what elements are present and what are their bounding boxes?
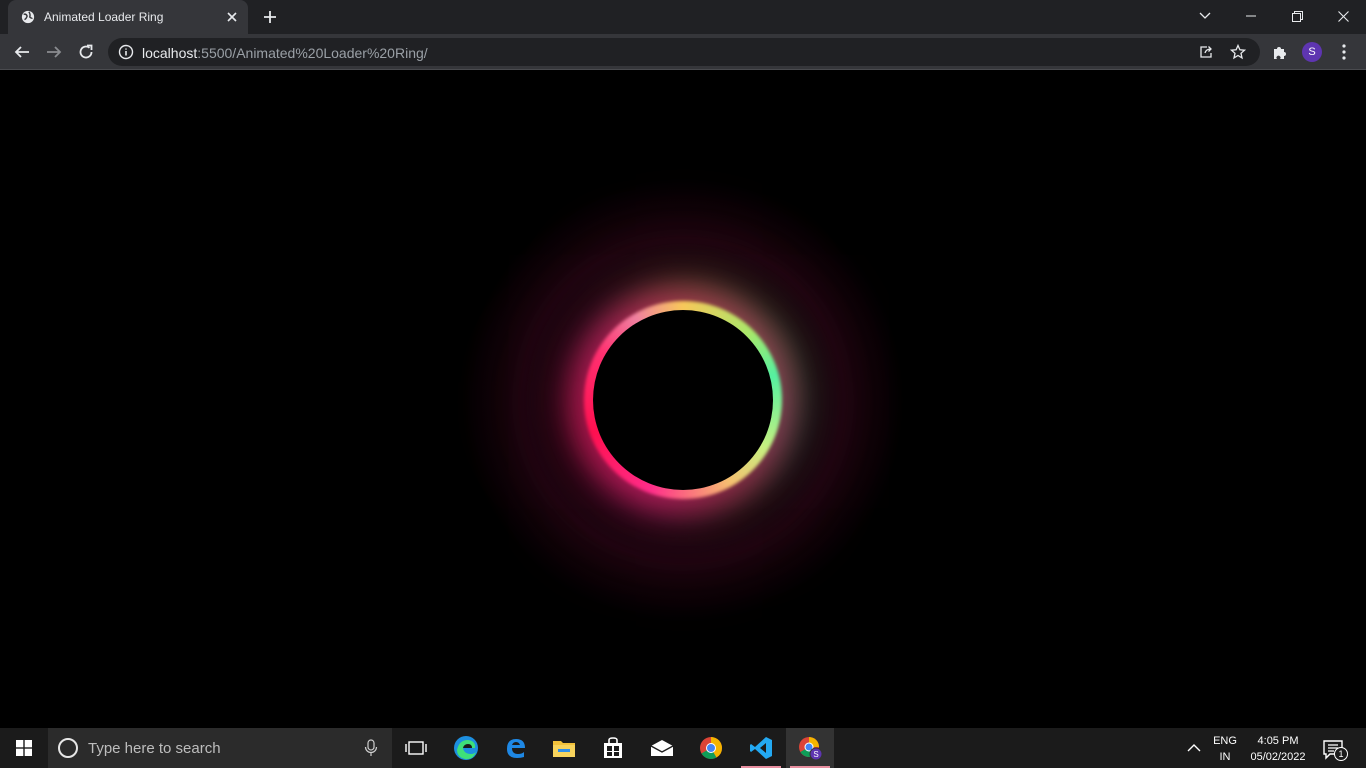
tab-title: Animated Loader Ring	[44, 10, 164, 24]
reload-button[interactable]	[72, 38, 100, 66]
task-view-icon	[405, 741, 427, 755]
edge-icon	[454, 736, 478, 760]
language-indicator[interactable]: ENG IN	[1210, 733, 1240, 765]
cortana-icon	[58, 738, 78, 758]
windows-logo-icon	[16, 740, 32, 756]
ring-center	[593, 310, 773, 490]
kebab-menu-icon	[1342, 44, 1346, 60]
clock-date: 05/02/2022	[1250, 751, 1306, 763]
window-close-button[interactable]	[1320, 0, 1366, 32]
address-bar[interactable]: localhost:5500/Animated%20Loader%20Ring/	[108, 38, 1260, 66]
microphone-icon[interactable]	[364, 739, 378, 757]
chrome-icon	[700, 737, 722, 759]
page-viewport	[0, 71, 1366, 728]
vscode-button[interactable]	[737, 728, 785, 768]
system-clock[interactable]: 4:05 PM 05/02/2022	[1244, 733, 1312, 765]
minimize-button[interactable]	[1228, 0, 1274, 32]
tab-strip: Animated Loader Ring	[0, 0, 1366, 34]
puzzle-icon	[1274, 47, 1286, 59]
edge-legacy-icon	[507, 739, 525, 758]
vscode-icon	[750, 737, 772, 759]
back-button[interactable]	[8, 38, 36, 66]
forward-button[interactable]	[40, 38, 68, 66]
mail-button[interactable]	[638, 728, 686, 768]
search-placeholder: Type here to search	[88, 740, 221, 757]
url-host: localhost	[142, 45, 198, 61]
edge-button[interactable]	[442, 728, 490, 768]
arrow-right-icon	[47, 46, 62, 58]
start-button[interactable]	[0, 728, 48, 768]
taskbar: Type here to search S ENG IN 4:05 PM 05/…	[0, 728, 1366, 768]
task-view-button[interactable]	[392, 728, 440, 768]
browser-toolbar: localhost:5500/Animated%20Loader%20Ring/…	[0, 34, 1366, 70]
clock-time: 4:05 PM	[1257, 735, 1299, 747]
plus-icon	[264, 11, 276, 23]
taskbar-search[interactable]: Type here to search	[48, 728, 392, 768]
globe-icon	[21, 10, 35, 24]
restore-button[interactable]	[1274, 0, 1320, 32]
file-explorer-button[interactable]	[540, 728, 588, 768]
chrome-profile-icon: S	[799, 737, 823, 761]
chevron-up-icon[interactable]	[1184, 740, 1204, 756]
close-icon	[1337, 10, 1349, 22]
menu-button[interactable]	[1330, 38, 1358, 66]
close-icon	[227, 12, 237, 22]
info-icon[interactable]	[118, 44, 134, 60]
arrow-left-icon	[14, 46, 29, 58]
language-code: ENG	[1213, 735, 1237, 747]
minimize-icon	[1246, 15, 1256, 17]
url-text[interactable]: localhost:5500/Animated%20Loader%20Ring/	[142, 45, 428, 61]
notification-count-badge: 1	[1334, 747, 1348, 761]
new-tab-button[interactable]	[258, 6, 282, 28]
edge-legacy-button[interactable]	[492, 728, 540, 768]
bookmark-star-icon[interactable]	[1230, 44, 1246, 60]
svg-text:S: S	[813, 750, 818, 759]
mail-icon	[650, 740, 674, 756]
chevron-down-icon	[1199, 12, 1211, 19]
profile-avatar[interactable]: S	[1302, 42, 1322, 62]
chrome-profile-button[interactable]: S	[786, 728, 834, 768]
file-explorer-icon	[553, 741, 575, 757]
tab-close-button[interactable]	[224, 9, 240, 25]
extensions-button[interactable]	[1266, 38, 1294, 66]
language-region: IN	[1219, 751, 1231, 763]
tab-search-button[interactable]	[1182, 0, 1228, 32]
restore-icon	[1291, 10, 1303, 22]
share-icon[interactable]	[1198, 44, 1214, 60]
url-path: :5500/Animated%20Loader%20Ring/	[197, 45, 428, 61]
browser-tab[interactable]: Animated Loader Ring	[8, 0, 248, 34]
store-button[interactable]	[589, 728, 637, 768]
store-icon	[604, 737, 622, 758]
chrome-button[interactable]	[687, 728, 735, 768]
reload-icon	[79, 44, 93, 59]
